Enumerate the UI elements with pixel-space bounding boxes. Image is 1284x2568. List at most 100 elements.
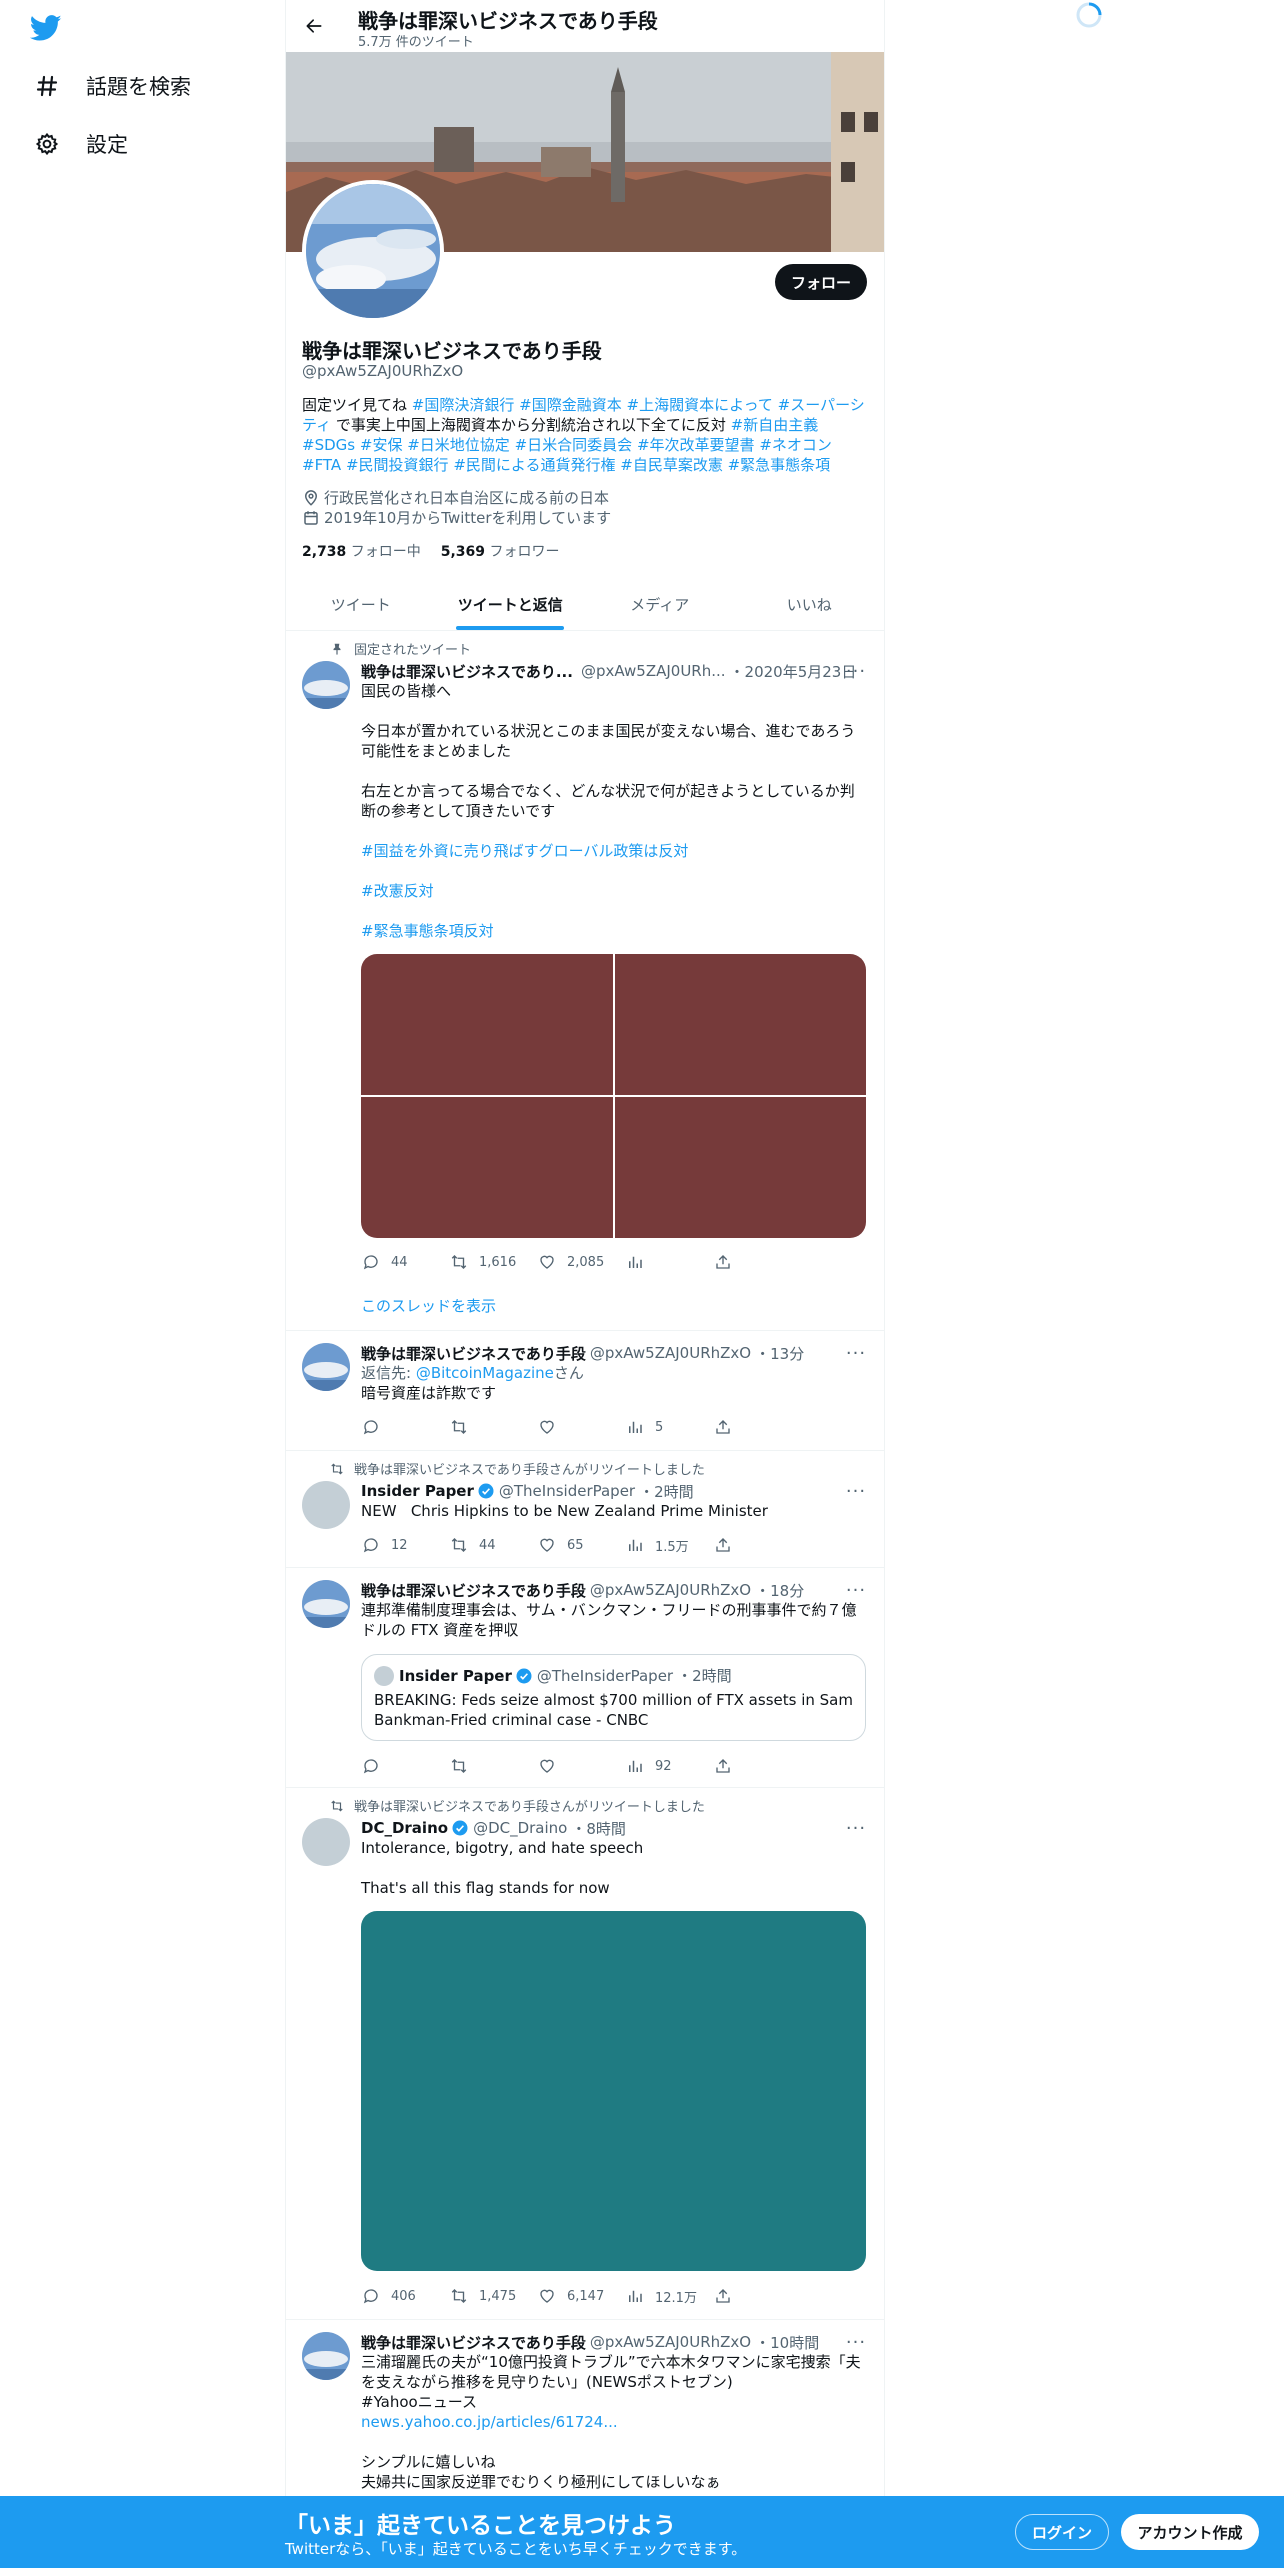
bio-hashtag[interactable]: #上海閥資本によって (627, 396, 773, 414)
author-name[interactable]: 戦争は罪深いビジネスであり... (361, 661, 573, 682)
author-handle[interactable]: @pxAw5ZAJ0URhZxO (590, 1581, 751, 1599)
tweet-avatar[interactable] (302, 1481, 350, 1529)
bio-hashtag[interactable]: #民間投資銀行 (346, 456, 449, 474)
bio-hashtag[interactable]: #SDGs (302, 436, 355, 454)
tweet-time[interactable]: ・18分 (755, 1580, 804, 1601)
like-button[interactable]: 2,085 (537, 1252, 625, 1272)
tab-media[interactable]: メディア (585, 578, 735, 630)
tweet-time[interactable]: ・10時間 (755, 2332, 819, 2353)
follow-button[interactable]: フォロー (775, 264, 867, 300)
tweet[interactable]: ··· 戦争は罪深いビジネスであり手段 @pxAw5ZAJ0URhZxO ・18… (286, 1568, 884, 1788)
reply-to-line: 返信先: @BitcoinMagazineさん (361, 1363, 866, 1383)
tweet-time[interactable]: ・2020年5月23日 (730, 661, 857, 682)
back-arrow-icon[interactable] (296, 8, 332, 44)
bio-hashtag[interactable]: #年次改革要望書 (637, 436, 755, 454)
like-count: 6,147 (567, 2288, 605, 2304)
author-name[interactable]: DC_Draino (361, 1819, 448, 1837)
bio-hashtag[interactable]: #自民草案改憲 (620, 456, 723, 474)
tweet-avatar[interactable] (302, 2332, 350, 2380)
reply-button[interactable]: 406 (361, 2286, 449, 2306)
tab-likes[interactable]: いいね (735, 578, 885, 630)
tweet-hashtag[interactable]: #国益を外資に売り飛ばすグローバル政策は反対 (361, 841, 866, 861)
author-name[interactable]: Insider Paper (361, 1482, 474, 1500)
share-button[interactable] (713, 1252, 801, 1272)
reply-to-user[interactable]: @BitcoinMagazine (416, 1364, 554, 1382)
like-button[interactable]: 6,147 (537, 2286, 625, 2306)
author-handle[interactable]: @TheInsiderPaper (499, 1482, 635, 1500)
tweet-avatar[interactable] (302, 661, 350, 709)
bio-hashtag[interactable]: #国際決済銀行 (412, 396, 515, 414)
sidebar-item-explore[interactable]: 話題を検索 (30, 61, 191, 111)
reply-button[interactable]: 12 (361, 1535, 449, 1555)
tweet-avatar[interactable] (302, 1818, 350, 1866)
views-button[interactable] (625, 1252, 713, 1272)
retweet-button[interactable]: 1,475 (449, 2286, 537, 2306)
twitter-bird-icon[interactable] (29, 12, 66, 48)
tweet[interactable]: 戦争は罪深いビジネスであり手段さんがリツイートしました ··· Insider … (286, 1451, 884, 1568)
show-thread-link[interactable]: このスレッドを表示 (361, 1295, 496, 1316)
retweet-button[interactable] (449, 1417, 537, 1437)
bio-hashtag[interactable]: #ネオコン (759, 436, 832, 454)
author-name[interactable]: 戦争は罪深いビジネスであり手段 (361, 1580, 586, 1601)
like-button[interactable] (537, 1417, 625, 1437)
reply-button[interactable] (361, 1756, 449, 1776)
tweet-url-link[interactable]: news.yahoo.co.jp/articles/61724... (361, 2412, 866, 2432)
media-image[interactable] (361, 954, 613, 1095)
views-button[interactable]: 92 (625, 1756, 713, 1776)
author-handle[interactable]: @DC_Draino (473, 1819, 567, 1837)
bio-hashtag[interactable]: #民間による通貨発行権 (453, 456, 615, 474)
share-button[interactable] (713, 1756, 801, 1776)
tab-tweets[interactable]: ツイート (286, 578, 436, 630)
login-button[interactable]: ログイン (1015, 2514, 1109, 2550)
create-account-button[interactable]: アカウント作成 (1121, 2514, 1259, 2550)
reply-button[interactable]: 44 (361, 1252, 449, 1272)
media-image[interactable] (614, 954, 866, 1095)
tweet-time[interactable]: ・2時間 (639, 1481, 694, 1502)
followers-link[interactable]: 5,369 フォロワー (441, 541, 560, 561)
tweet-hashtag[interactable]: #改憲反対 (361, 881, 866, 901)
author-handle[interactable]: @pxAw5ZAJ0URhZxO (590, 2333, 751, 2351)
tweet[interactable]: 戦争は罪深いビジネスであり手段さんがリツイートしました ··· DC_Drain… (286, 1788, 884, 2320)
bio-hashtag[interactable]: #新自由主義 (731, 416, 819, 434)
tweet-hashtag[interactable]: #緊急事態条項反対 (361, 921, 866, 941)
sidebar-item-settings[interactable]: 設定 (30, 119, 128, 169)
views-button[interactable]: 5 (625, 1417, 713, 1437)
bio-hashtag[interactable]: #FTA (302, 456, 341, 474)
author-name[interactable]: 戦争は罪深いビジネスであり手段 (361, 1343, 586, 1364)
retweet-button[interactable] (449, 1756, 537, 1776)
tweet-hashtag[interactable]: #Yahooニュース (361, 2392, 866, 2412)
views-button[interactable]: 1.5万 (625, 1535, 713, 1555)
following-link[interactable]: 2,738 フォロー中 (302, 541, 421, 561)
media-image[interactable] (361, 1097, 613, 1238)
share-button[interactable] (713, 1417, 801, 1437)
share-button[interactable] (713, 1535, 801, 1555)
bio-hashtag[interactable]: #日米地位協定 (407, 436, 510, 454)
tweet[interactable]: ··· 戦争は罪深いビジネスであり手段 @pxAw5ZAJ0URhZxO ・10… (286, 2320, 884, 2500)
bio-hashtag[interactable]: #日米合同委員会 (515, 436, 633, 454)
views-button[interactable]: 12.1万 (625, 2286, 713, 2306)
tweet[interactable]: ··· 戦争は罪深いビジネスであり手段 @pxAw5ZAJ0URhZxO ・13… (286, 1331, 884, 1451)
media-image[interactable] (614, 1097, 866, 1238)
tweet-time[interactable]: ・8時間 (571, 1818, 626, 1839)
like-button[interactable]: 65 (537, 1535, 625, 1555)
bio-hashtag[interactable]: #安保 (360, 436, 403, 454)
tab-tweets-and-replies[interactable]: ツイートと返信 (436, 578, 586, 630)
author-handle[interactable]: @pxAw5ZAJ0URh... (581, 662, 726, 680)
tweet-time[interactable]: ・13分 (755, 1343, 804, 1364)
author-name[interactable]: 戦争は罪深いビジネスであり手段 (361, 2332, 586, 2353)
author-handle[interactable]: @pxAw5ZAJ0URhZxO (590, 1344, 751, 1362)
bio-hashtag[interactable]: #国際金融資本 (519, 396, 622, 414)
like-button[interactable] (537, 1756, 625, 1776)
share-button[interactable] (713, 2286, 801, 2306)
tweet-avatar[interactable] (302, 1343, 350, 1391)
retweet-button[interactable]: 44 (449, 1535, 537, 1555)
profile-avatar[interactable] (302, 180, 444, 322)
tweet-media-image[interactable] (361, 1911, 866, 2271)
tweet[interactable]: 固定されたツイート ··· 戦争は罪深いビジネスであり... @pxAw5ZAJ… (286, 631, 884, 1331)
retweet-button[interactable]: 1,616 (449, 1252, 537, 1272)
bio-hashtag[interactable]: #緊急事態条項 (728, 456, 831, 474)
reply-button[interactable] (361, 1417, 449, 1437)
signup-banner: 「いま」起きていることを見つけよう Twitterなら、「いま」起きていることを… (0, 2496, 1284, 2568)
tweet-avatar[interactable] (302, 1580, 350, 1628)
quoted-tweet[interactable]: Insider Paper @TheInsiderPaper ・2時間 BREA… (361, 1654, 866, 1741)
